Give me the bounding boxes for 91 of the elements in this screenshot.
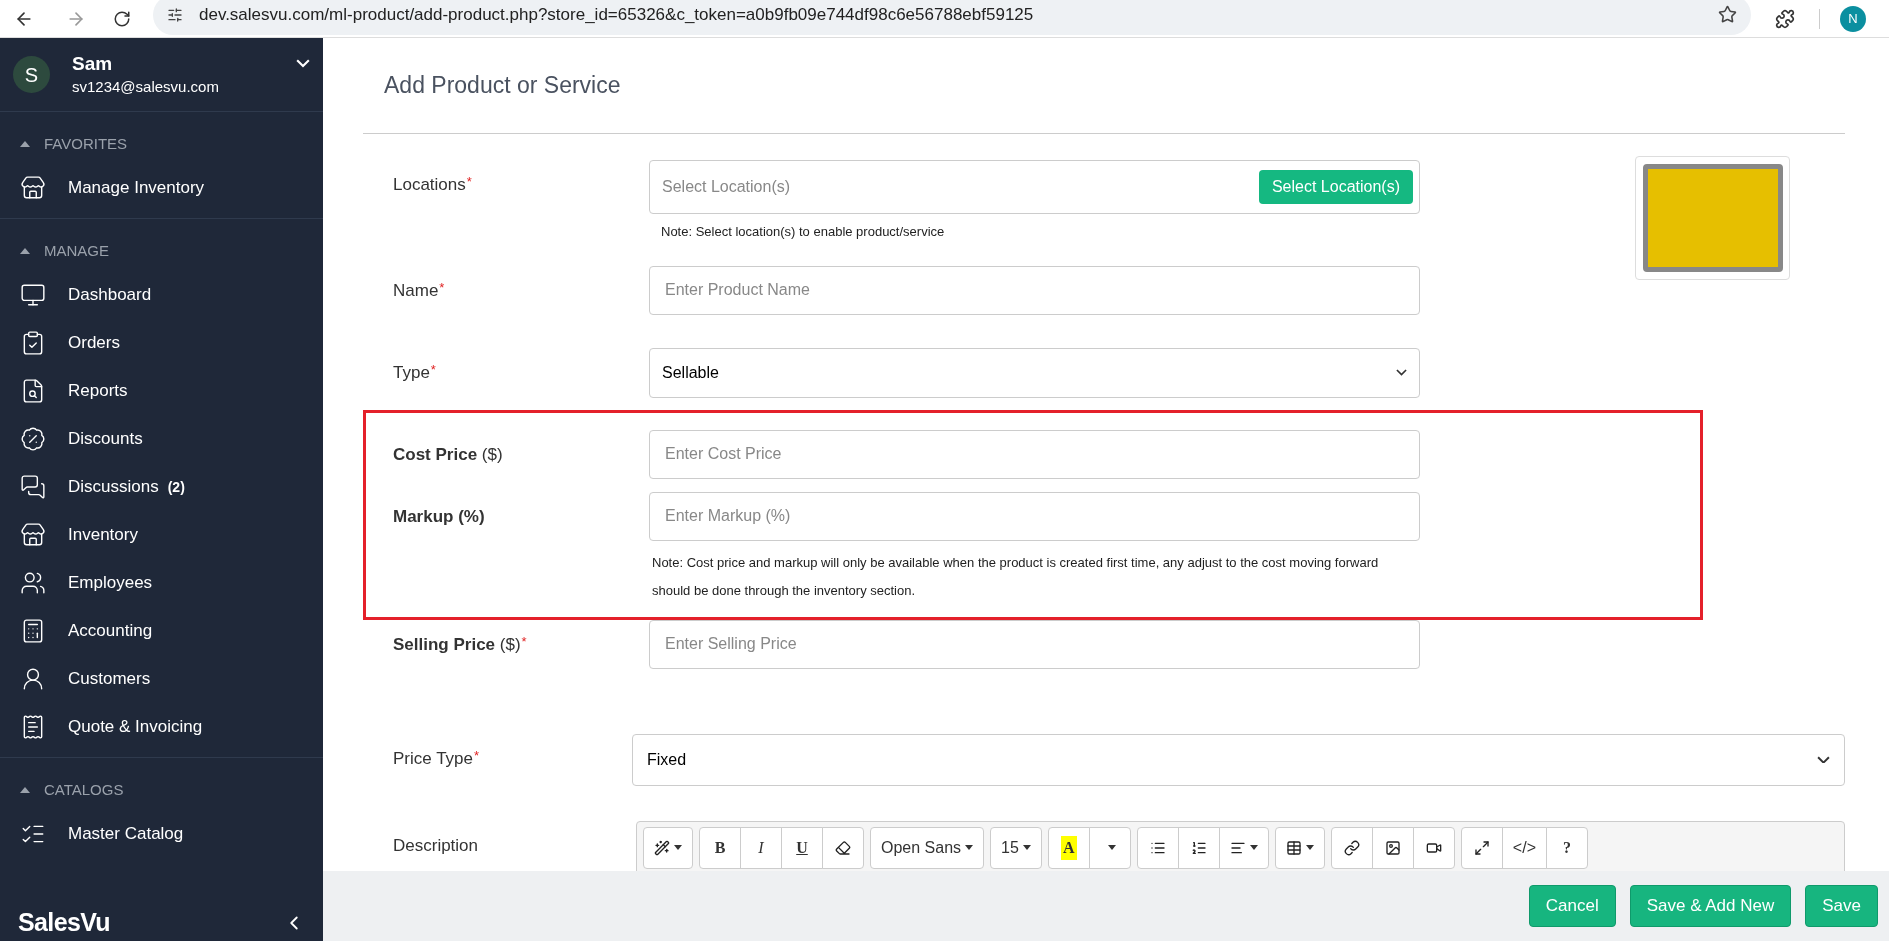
toolbar-button[interactable]: </>	[1501, 826, 1547, 869]
field-label: Type	[393, 361, 430, 384]
address-bar[interactable]: dev.salesvu.com/ml-product/add-product.php?store_id=65326&c_token=a0b9fb09e744df98c6e56788ebf59125	[153, 0, 1751, 35]
toolbar-button[interactable]	[1330, 826, 1373, 869]
caret-icon	[674, 845, 682, 850]
field-label: Markup (%)	[393, 505, 485, 528]
bookmark-star-icon[interactable]	[1718, 5, 1737, 24]
required-asterisk: *	[474, 746, 480, 765]
toolbar-button[interactable]: B	[699, 826, 741, 869]
caret-icon	[1305, 845, 1314, 850]
note-text: Note: Cost price and markup will only be available when the product is created first time, any adjust to the cost moving forward should be done through the inventory section.	[652, 553, 1380, 600]
page-title: Add Product or Service	[384, 71, 621, 101]
nav-item[interactable]: Orders	[0, 319, 323, 367]
image-icon	[1384, 839, 1401, 856]
user-avatar: S	[13, 56, 50, 93]
field-label: Description	[393, 834, 479, 857]
extensions-icon[interactable]	[1775, 8, 1795, 29]
brand-logo: SalesVu	[18, 907, 110, 939]
select-value: Sellable	[662, 362, 719, 383]
user-email: sv1234@salesvu.com	[72, 76, 219, 97]
placeholder-text: Select Location(s)	[662, 177, 791, 197]
percent-badge-icon	[20, 426, 46, 452]
text-field[interactable]: Enter Selling Price	[649, 619, 1420, 669]
reload-icon[interactable]	[113, 9, 131, 28]
table-icon	[1285, 839, 1302, 856]
nav-item[interactable]: Inventory	[0, 511, 323, 559]
location-field[interactable]: Select Location(s) Select Location(s)	[649, 160, 1420, 214]
toolbar-button[interactable]	[1371, 826, 1414, 869]
link-icon	[1343, 839, 1360, 856]
count-label: (2)	[167, 477, 185, 497]
toolbar-button[interactable]: A	[1047, 826, 1090, 869]
nav-item[interactable]: Discounts	[0, 415, 323, 463]
toolbar-button[interactable]: U	[781, 826, 823, 869]
store-icon	[20, 175, 46, 201]
toolbar-button[interactable]	[1218, 826, 1269, 869]
nav-item[interactable]: Reports	[0, 367, 323, 415]
section-header[interactable]: CATALOGS	[0, 770, 323, 810]
required-asterisk: *	[430, 360, 436, 379]
toolbar-button[interactable]: I	[740, 826, 782, 869]
store-icon	[20, 522, 46, 548]
url-text: dev.salesvu.com/ml-product/add-product.php?store_id=65326&c_token=a0b9fb09e744df98c6e56788ebf59125	[199, 3, 1034, 26]
eraser-icon	[835, 839, 851, 856]
nav-item[interactable]: Manage Inventory	[0, 164, 323, 212]
user-name: Sam	[72, 51, 114, 76]
site-settings-icon[interactable]	[167, 6, 183, 23]
toolbar-button[interactable]	[1412, 826, 1455, 869]
nav-item[interactable]: Quote & Invoicing	[0, 703, 323, 751]
caret-icon	[965, 845, 974, 850]
toolbar-button[interactable]: 15	[990, 826, 1042, 869]
chevron-down-icon	[1817, 755, 1830, 764]
field-label: Name	[393, 279, 439, 302]
nav-item[interactable]: Discussions (2)	[0, 463, 323, 511]
caret-icon	[1249, 845, 1258, 850]
caret-icon	[1022, 845, 1031, 850]
required-asterisk: *	[439, 278, 445, 297]
text-field[interactable]: Enter Product Name	[649, 265, 1420, 315]
required-asterisk: *	[466, 173, 472, 191]
profile-avatar[interactable]: N	[1840, 5, 1866, 32]
field-label: Price Type	[393, 747, 473, 770]
section-header[interactable]: MANAGE	[0, 231, 323, 271]
fullscreen-icon	[1473, 839, 1490, 856]
toolbar-button[interactable]	[822, 826, 864, 869]
nav-item[interactable]: Employees	[0, 559, 323, 607]
chat-bubbles-icon	[20, 474, 46, 500]
toolbar-button[interactable]	[1274, 826, 1325, 869]
toolbar-button[interactable]	[1177, 826, 1220, 869]
toolbar-button[interactable]	[643, 826, 693, 869]
section-header[interactable]: FAVORITES	[0, 124, 323, 164]
field-label: Locations	[393, 174, 466, 196]
magic-wand-icon	[654, 839, 670, 856]
chevron-down-icon	[296, 59, 310, 68]
select-field[interactable]: Sellable	[649, 347, 1420, 398]
nav-item[interactable]: Customers	[0, 655, 323, 703]
select-field[interactable]: Fixed	[632, 733, 1845, 786]
numbered-list-icon	[1190, 839, 1207, 856]
field-label: Cost Price ($)	[393, 443, 503, 466]
nav-item[interactable]: Accounting	[0, 607, 323, 655]
chevron-down-icon	[1396, 369, 1407, 376]
text-field[interactable]: Enter Markup (%)	[649, 491, 1420, 541]
required-asterisk: *	[521, 632, 527, 651]
nav-item[interactable]: Master Catalog	[0, 810, 323, 858]
text-field[interactable]: Enter Cost Price	[649, 429, 1420, 479]
note-text: Note: Select location(s) to enable product/service	[661, 223, 946, 241]
caret-icon	[1107, 845, 1116, 850]
nav-item[interactable]: Dashboard	[0, 271, 323, 319]
select-value: Fixed	[647, 749, 687, 770]
field-label: Selling Price ($)	[393, 633, 521, 656]
toolbar-button[interactable]: Open Sans	[870, 826, 985, 869]
people-icon	[20, 570, 46, 596]
toolbar-button[interactable]: ?	[1546, 826, 1588, 869]
monitor-icon	[20, 282, 46, 308]
